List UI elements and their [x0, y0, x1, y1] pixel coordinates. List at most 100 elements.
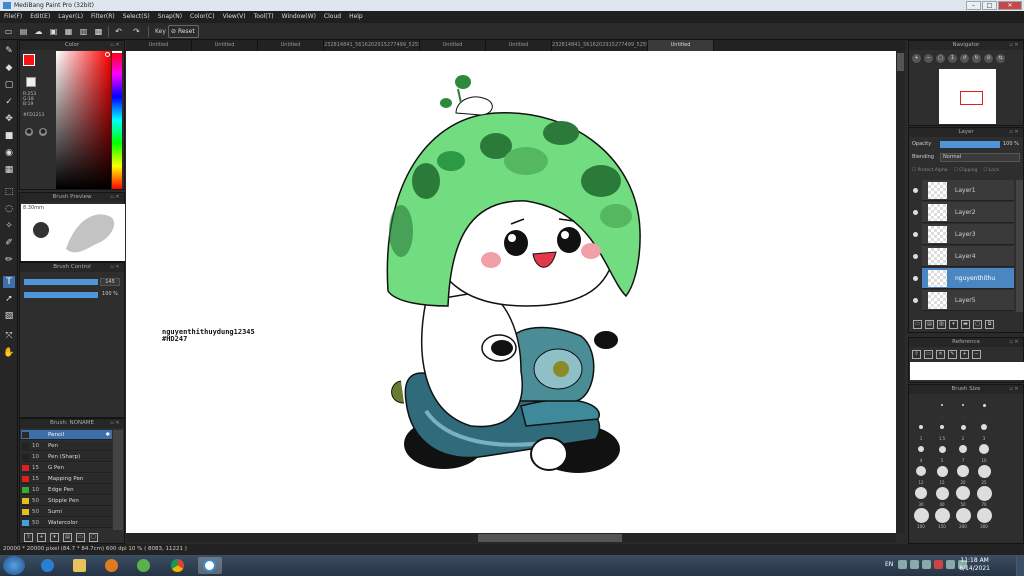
brush-list-item[interactable]: 15 Mapping Pen — [21, 474, 112, 484]
brush-size-preset[interactable] — [918, 446, 924, 452]
menu-edit[interactable]: Edit(E) — [30, 11, 50, 23]
lock-checkbox[interactable]: ☐ Lock — [983, 168, 999, 173]
brush-upload-icon[interactable]: ⇧ — [24, 533, 33, 542]
layer-visibility-eye-icon[interactable] — [913, 298, 918, 303]
brush-size-slider[interactable] — [24, 279, 98, 285]
save-icon[interactable]: ▣ — [48, 26, 59, 37]
brush-size-value[interactable]: 145 — [100, 278, 120, 286]
brush-size-preset[interactable] — [955, 507, 971, 523]
actual-size-icon[interactable]: 1 — [948, 54, 957, 63]
duplicate-layer-icon[interactable]: ⧉ — [985, 320, 994, 329]
select-eraser-tool-icon[interactable]: ✏ — [3, 254, 15, 266]
reference-zoom-out-icon[interactable]: − — [972, 350, 981, 359]
menu-help[interactable]: Help — [349, 11, 363, 23]
protect-alpha-checkbox[interactable]: ☐ Protect Alpha — [912, 168, 948, 173]
flip-icon[interactable]: ⇆ — [996, 54, 1005, 63]
brush-list-item[interactable]: 10 Pen — [21, 441, 112, 451]
operation-tool-icon[interactable]: ➚ — [3, 293, 15, 305]
menu-tool[interactable]: Tool(T) — [254, 11, 274, 23]
brush-size-preset[interactable] — [957, 465, 969, 477]
open-file-icon[interactable]: ▤ — [18, 26, 29, 37]
brush-size-preset[interactable] — [938, 445, 946, 453]
brush-size-preset[interactable] — [976, 507, 992, 523]
rotate-left-icon[interactable]: ↺ — [960, 54, 969, 63]
menu-cloud[interactable]: Cloud — [324, 11, 341, 23]
hand-tool-icon[interactable]: ✋ — [3, 347, 15, 359]
brush-copy-icon[interactable]: ▤ — [63, 533, 72, 542]
menu-color[interactable]: Color(C) — [190, 11, 215, 23]
brush-size-preset[interactable] — [959, 445, 967, 453]
canvas-vertical-scrollbar[interactable] — [896, 51, 905, 533]
document-tab[interactable]: Untitled — [192, 40, 258, 51]
brush-size-preset[interactable] — [956, 486, 970, 500]
color-wheel-icon[interactable]: ● — [25, 128, 33, 136]
lasso-tool-icon[interactable]: ◌ — [3, 203, 15, 215]
menu-layer[interactable]: Layer(L) — [58, 11, 83, 23]
minimize-button[interactable]: – — [966, 1, 981, 10]
layer-row[interactable]: Layer4 — [922, 246, 1014, 267]
brush-size-preset[interactable] — [941, 404, 943, 406]
brush-list-item[interactable]: 10 Pen (Sharp) — [21, 452, 112, 462]
tray-help-icon[interactable] — [898, 560, 907, 569]
brush-delete-icon[interactable]: ▢ — [89, 533, 98, 542]
taskbar-ie[interactable] — [36, 557, 60, 574]
layer-visibility-eye-icon[interactable] — [913, 254, 918, 259]
layer-folder-icon[interactable]: ▬ — [961, 320, 970, 329]
brush-size-preset[interactable] — [936, 465, 948, 477]
brush-list-item[interactable]: 10 Edge Pen — [21, 485, 112, 495]
maximize-button[interactable]: □ — [982, 1, 997, 10]
brush-size-preset[interactable] — [976, 485, 992, 501]
zoom-in-icon[interactable]: + — [912, 54, 921, 63]
navigator-thumbnail[interactable] — [939, 69, 996, 124]
brush-size-preset[interactable] — [940, 425, 944, 429]
bucket-tool-icon[interactable]: ◉ — [3, 147, 15, 159]
layer-icon[interactable]: ▥ — [78, 26, 89, 37]
reference-zoom-in-icon[interactable]: + — [960, 350, 969, 359]
brush-list-item[interactable]: 50 Watercolor — [21, 518, 112, 528]
eyedropper-tool-icon[interactable]: ⤧ — [3, 330, 15, 342]
layer-list-scrollbar[interactable] — [1016, 180, 1023, 312]
taskbar-chrome[interactable] — [166, 557, 190, 574]
add-8bit-layer-icon[interactable]: ▥ — [937, 320, 946, 329]
brush-size-preset[interactable] — [934, 507, 950, 523]
taskbar-medibang[interactable] — [198, 557, 222, 574]
language-indicator[interactable]: EN — [885, 561, 893, 568]
text-tool-icon[interactable]: T — [3, 276, 15, 288]
document-tab[interactable]: Untitled — [420, 40, 486, 51]
dot-tool-icon[interactable]: ▢ — [3, 79, 15, 91]
select-tool-icon[interactable]: ⬚ — [3, 186, 15, 198]
layer-visibility-eye-icon[interactable] — [913, 276, 918, 281]
menu-filter[interactable]: Filter(R) — [91, 11, 115, 23]
document-tab[interactable]: Untitled — [126, 40, 192, 51]
brush-size-preset[interactable] — [979, 444, 989, 454]
clock[interactable]: 11:18 AM 8/14/2021 — [959, 557, 990, 573]
transparent-swatch[interactable] — [26, 77, 36, 87]
close-button[interactable]: ✕ — [998, 1, 1022, 10]
divide-tool-icon[interactable]: ▧ — [3, 310, 15, 322]
saturation-value-picker[interactable] — [56, 51, 111, 189]
show-desktop-button[interactable] — [1016, 555, 1024, 576]
select-pen-tool-icon[interactable]: ✐ — [3, 237, 15, 249]
brush-opacity-slider[interactable] — [24, 292, 98, 298]
start-button[interactable] — [3, 556, 25, 575]
cloud-icon[interactable]: ☁ — [33, 26, 44, 37]
reference-open-icon[interactable]: ▭ — [924, 350, 933, 359]
brush-size-preset[interactable] — [935, 486, 949, 500]
tray-volume-icon[interactable] — [922, 560, 931, 569]
brush-tool-icon[interactable]: ✎ — [3, 45, 15, 57]
hue-slider[interactable] — [112, 51, 122, 189]
layer-row[interactable]: Layer3 — [922, 224, 1014, 245]
layer-visibility-eye-icon[interactable] — [913, 188, 918, 193]
brush-add-icon[interactable]: + — [37, 533, 46, 542]
layer-visibility-eye-icon[interactable] — [913, 210, 918, 215]
reference-eyedropper-icon[interactable]: ✎ — [948, 350, 957, 359]
taskbar-explorer[interactable] — [68, 557, 92, 574]
taskbar-media[interactable] — [100, 557, 124, 574]
brush-size-preset[interactable] — [960, 424, 966, 430]
brush-size-preset[interactable] — [915, 487, 927, 499]
pen-tool-icon[interactable]: ✓ — [3, 96, 15, 108]
gradient-tool-icon[interactable]: ▦ — [3, 164, 15, 176]
fit-icon[interactable]: ▢ — [936, 54, 945, 63]
document-tab[interactable]: 232814841_5616202915277499_5255071339365… — [324, 40, 420, 51]
fill-rect-tool-icon[interactable]: ■ — [3, 130, 15, 142]
